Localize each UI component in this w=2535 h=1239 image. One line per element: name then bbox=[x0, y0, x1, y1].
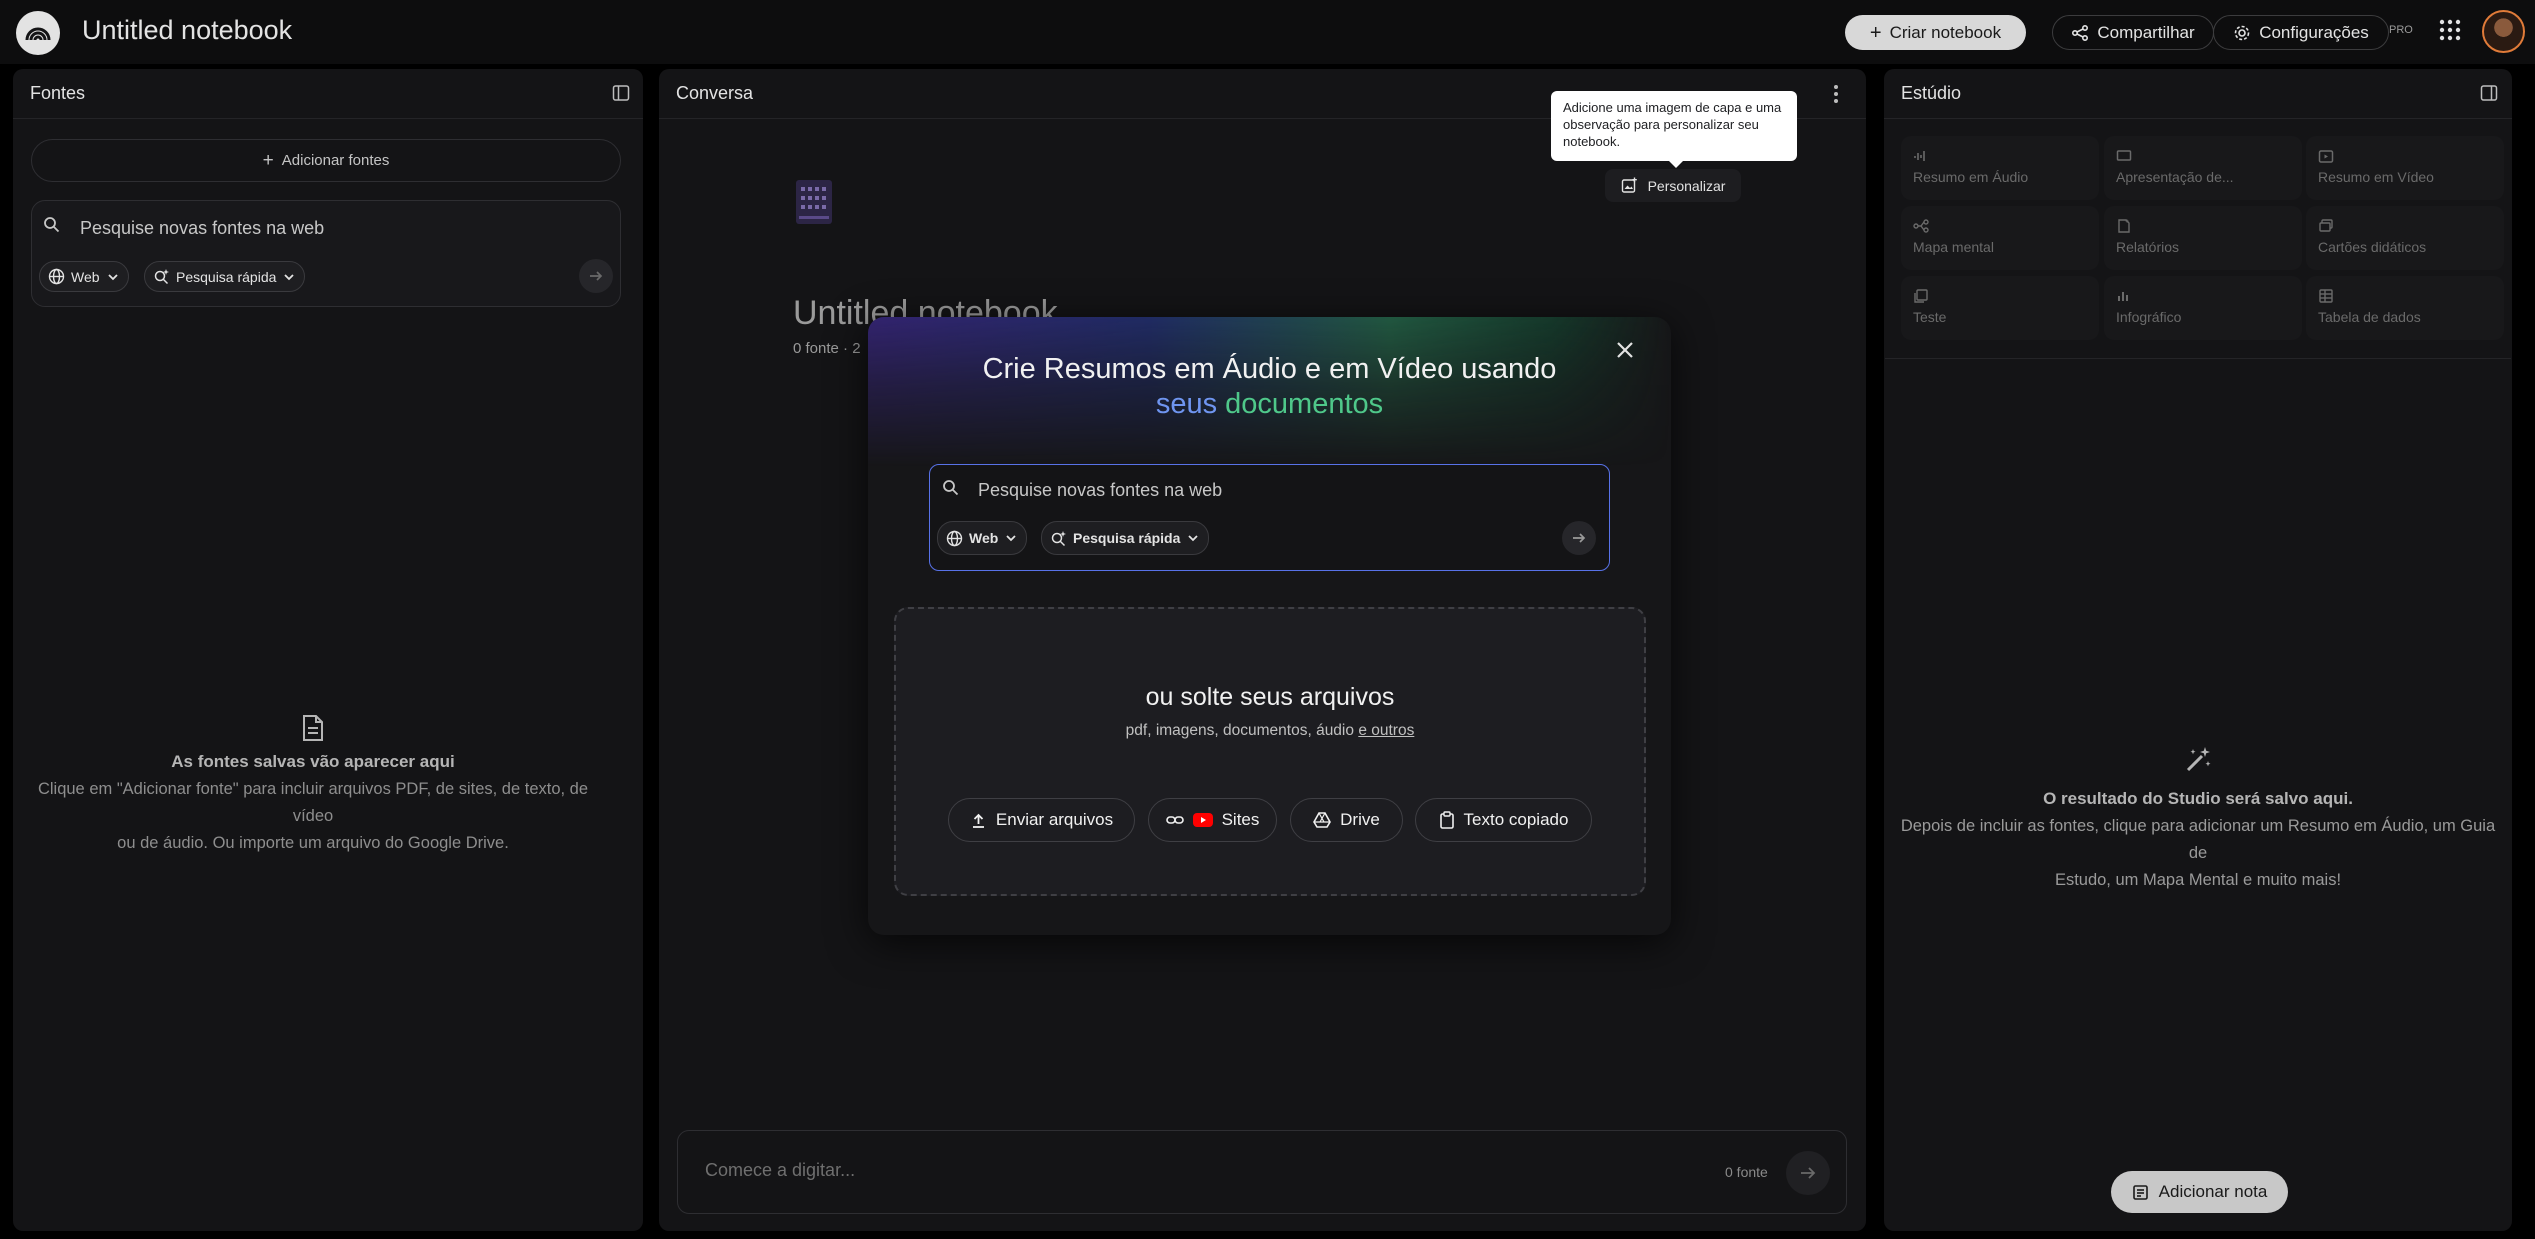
sparkle-search-icon bbox=[154, 269, 169, 285]
studio-empty-state: O resultado do Studio será salvo aqui. D… bbox=[1890, 745, 2506, 894]
chevron-down-icon bbox=[284, 273, 295, 280]
studio-empty-title: O resultado do Studio será salvo aqui. bbox=[2043, 789, 2353, 808]
pro-badge: PRO bbox=[2389, 24, 2413, 36]
slides-icon bbox=[2116, 148, 2132, 164]
studio-tile-slides[interactable]: Apresentação de... bbox=[2104, 136, 2302, 200]
report-icon bbox=[2116, 218, 2132, 234]
audio-wave-icon bbox=[1913, 148, 1929, 164]
arrow-right-icon bbox=[1801, 1167, 1816, 1179]
studio-tile-flashcards[interactable]: Cartões didáticos bbox=[2306, 206, 2504, 270]
data-table-icon bbox=[2318, 288, 2334, 304]
chat-input[interactable]: Comece a digitar... bbox=[705, 1160, 855, 1181]
upload-icon bbox=[972, 813, 984, 828]
notebooklm-logo-icon[interactable] bbox=[16, 11, 60, 55]
source-count: 0 fonte bbox=[1725, 1164, 1768, 1180]
search-mode-dropdown[interactable]: Pesquisa rápida bbox=[1041, 521, 1210, 555]
video-icon bbox=[2318, 148, 2334, 164]
infographic-icon bbox=[2116, 288, 2132, 304]
web-source-dropdown[interactable]: Web bbox=[937, 521, 1028, 555]
plus-icon: + bbox=[262, 149, 274, 171]
modal-heading-highlight: seus documentos bbox=[1155, 388, 1384, 420]
settings-button[interactable]: Configurações bbox=[2213, 15, 2389, 50]
studio-tile-data-table[interactable]: Tabela de dados bbox=[2306, 276, 2504, 340]
studio-title: Estúdio bbox=[1901, 83, 1962, 103]
add-sources-button[interactable]: + Adicionar fontes bbox=[31, 139, 621, 182]
source-search-input[interactable]: Pesquise novas fontes na web bbox=[80, 218, 324, 239]
studio-tile-video[interactable]: Resumo em Vídeo bbox=[2306, 136, 2504, 200]
add-note-button[interactable]: Adicionar nota bbox=[2111, 1171, 2288, 1213]
arrow-right-icon bbox=[1573, 533, 1586, 543]
chat-title: Conversa bbox=[676, 83, 754, 103]
send-button[interactable] bbox=[1786, 1151, 1830, 1195]
drop-subtitle: pdf, imagens, documentos, áudio e outros bbox=[1125, 722, 1415, 739]
studio-tile-audio[interactable]: Resumo em Áudio bbox=[1901, 136, 2099, 200]
document-icon bbox=[303, 715, 323, 741]
add-sources-modal: Crie Resumos em Áudio e em Vídeo usando … bbox=[868, 317, 1671, 935]
drive-button[interactable]: Drive bbox=[1290, 798, 1403, 842]
paste-text-button[interactable]: Texto copiado bbox=[1415, 798, 1592, 842]
top-bar: Untitled notebook + Criar notebook Compa… bbox=[0, 0, 2535, 64]
studio-tile-reports[interactable]: Relatórios bbox=[2104, 206, 2302, 270]
empty-title: As fontes salvas vão aparecer aqui bbox=[171, 752, 455, 771]
add-photo-icon bbox=[1621, 177, 1637, 193]
source-search-box: Pesquise novas fontes na web Web Pesquis… bbox=[31, 200, 621, 307]
google-drive-icon bbox=[1313, 812, 1332, 828]
more-vert-icon[interactable] bbox=[1833, 84, 1839, 104]
avatar[interactable] bbox=[2482, 10, 2525, 53]
modal-heading: Crie Resumos em Áudio e em Vídeo usando bbox=[982, 353, 1557, 385]
chat-composer: Comece a digitar... 0 fonte bbox=[677, 1130, 1847, 1214]
note-icon bbox=[2132, 1184, 2148, 1200]
magic-wand-icon bbox=[2186, 747, 2211, 772]
youtube-icon bbox=[1192, 813, 1213, 827]
collapse-panel-icon[interactable] bbox=[2480, 84, 2498, 102]
share-button[interactable]: Compartilhar bbox=[2052, 15, 2214, 50]
divider bbox=[1885, 358, 2511, 359]
link-icon bbox=[1165, 816, 1184, 824]
gear-icon bbox=[2234, 25, 2250, 40]
collapse-panel-icon[interactable] bbox=[612, 84, 630, 102]
notebook-emoji-icon[interactable] bbox=[796, 180, 832, 224]
personalize-button[interactable]: Personalizar bbox=[1605, 169, 1741, 202]
globe-icon bbox=[946, 530, 963, 546]
more-formats-link[interactable]: e outros bbox=[1358, 722, 1414, 739]
notebook-title[interactable]: Untitled notebook bbox=[82, 15, 292, 46]
studio-empty-description: Depois de incluir as fontes, clique para… bbox=[1900, 817, 2496, 889]
clipboard-icon bbox=[1439, 811, 1454, 829]
sources-empty-state: As fontes salvas vão aparecer aqui Cliqu… bbox=[20, 714, 606, 857]
modal-search-input[interactable]: Pesquise novas fontes na web bbox=[978, 480, 1222, 501]
search-submit-button[interactable] bbox=[579, 259, 613, 293]
studio-tile-quiz[interactable]: Teste bbox=[1901, 276, 2099, 340]
search-icon bbox=[43, 216, 60, 233]
search-icon bbox=[942, 479, 959, 496]
search-mode-dropdown[interactable]: Pesquisa rápida bbox=[144, 261, 306, 292]
studio-tile-infographic[interactable]: Infográfico bbox=[2104, 276, 2302, 340]
chevron-down-icon bbox=[1006, 535, 1016, 542]
create-notebook-button[interactable]: + Criar notebook bbox=[1845, 15, 2026, 50]
chevron-down-icon bbox=[1188, 535, 1199, 542]
sources-title: Fontes bbox=[30, 83, 86, 103]
studio-tile-mindmap[interactable]: Mapa mental bbox=[1901, 206, 2099, 270]
notebook-subtitle: 0 fonte · 2 bbox=[793, 340, 861, 357]
mind-map-icon bbox=[1913, 218, 1929, 234]
search-submit-button[interactable] bbox=[1562, 521, 1596, 555]
personalize-tooltip: Adicione uma imagem de capa e uma observ… bbox=[1551, 91, 1797, 168]
flashcards-icon bbox=[2318, 218, 2334, 234]
empty-description: Clique em "Adicionar fonte" para incluir… bbox=[37, 780, 589, 852]
chevron-down-icon bbox=[107, 273, 118, 280]
file-drop-zone[interactable]: ou solte seus arquivos pdf, imagens, doc… bbox=[894, 607, 1646, 896]
sparkle-search-icon bbox=[1051, 530, 1066, 546]
sources-panel: Fontes + Adicionar fontes Pesquise novas… bbox=[13, 69, 643, 1231]
apps-grid-icon[interactable] bbox=[2438, 18, 2462, 42]
globe-icon bbox=[48, 268, 65, 285]
quiz-icon bbox=[1913, 288, 1929, 304]
plus-icon: + bbox=[1869, 21, 1882, 44]
sites-button[interactable]: Sites bbox=[1148, 798, 1277, 842]
web-source-dropdown[interactable]: Web bbox=[39, 261, 129, 292]
share-icon bbox=[2072, 24, 2089, 41]
modal-search-box: Pesquise novas fontes na web Web Pesquis… bbox=[929, 464, 1610, 571]
drop-title: ou solte seus arquivos bbox=[1145, 683, 1395, 711]
upload-files-button[interactable]: Enviar arquivos bbox=[948, 798, 1135, 842]
arrow-right-icon bbox=[590, 271, 603, 281]
